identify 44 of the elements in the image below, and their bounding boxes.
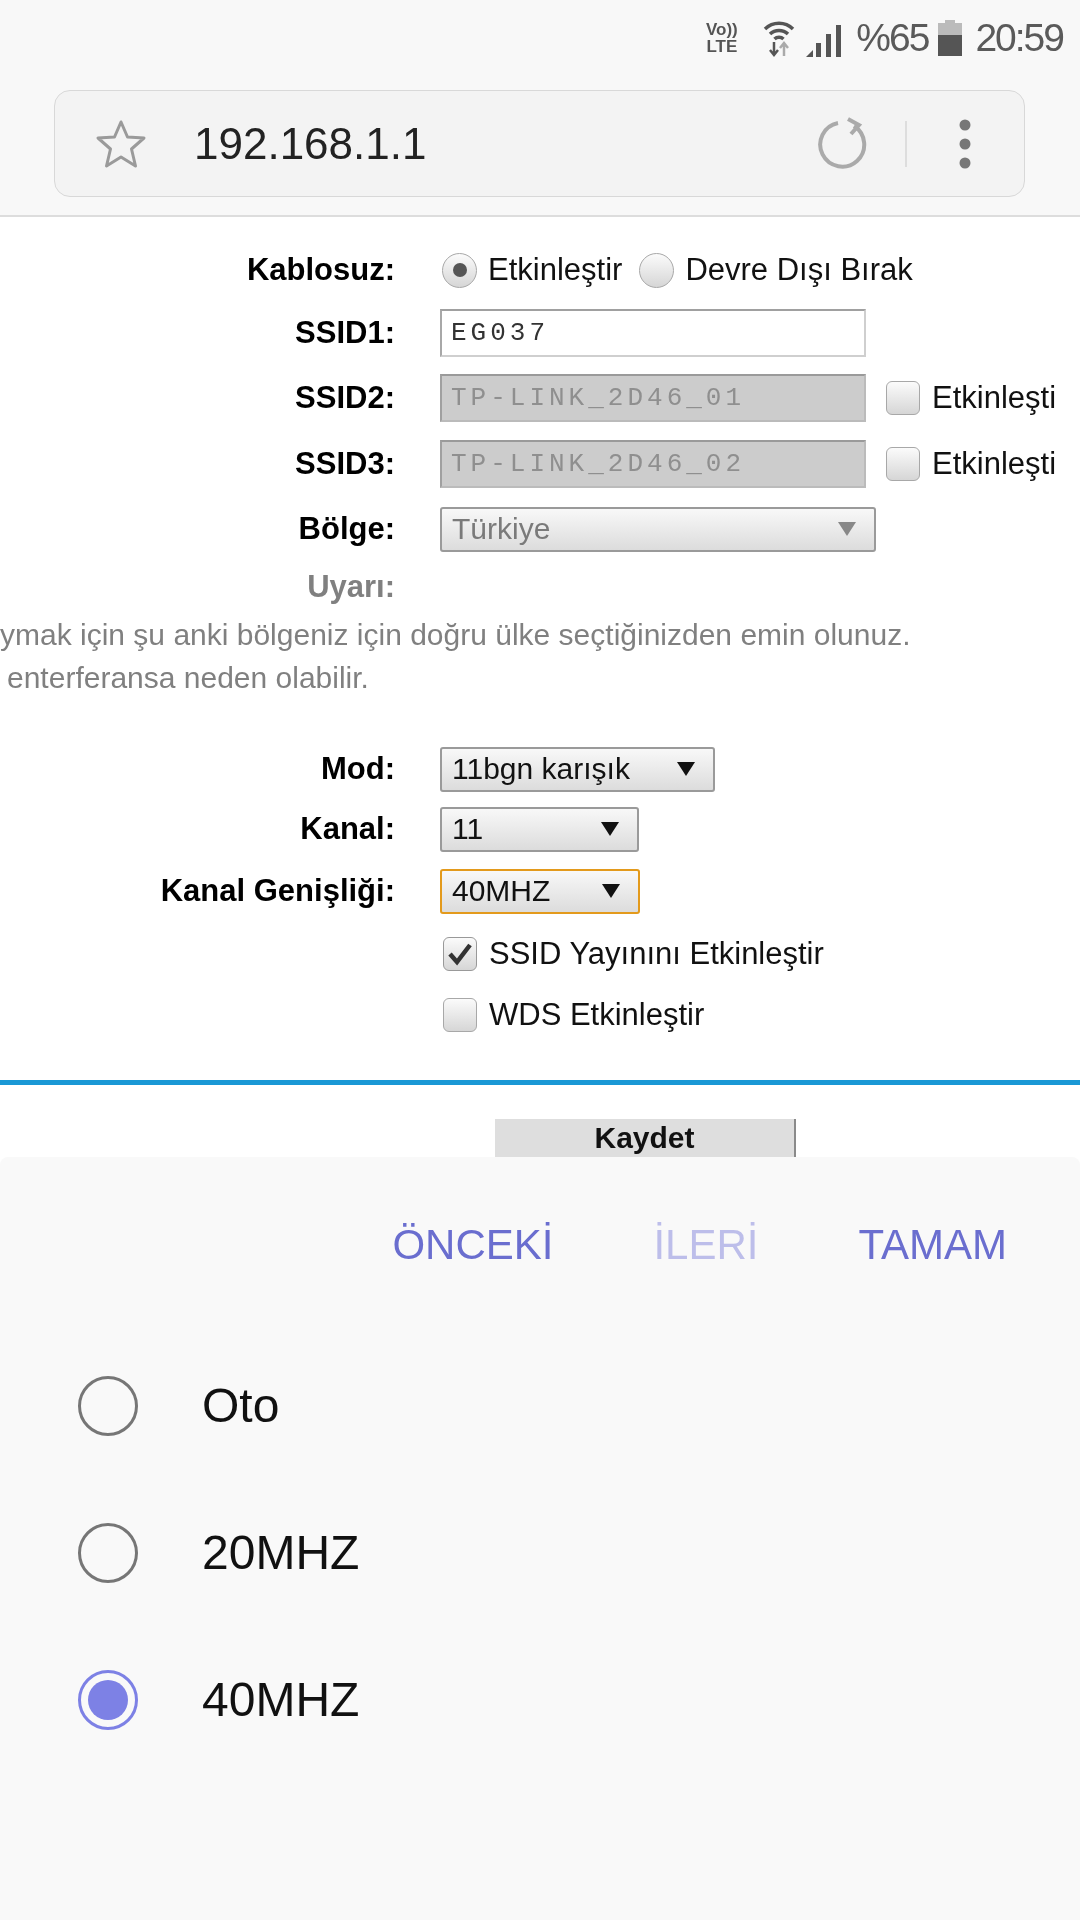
dialog-action-button[interactable]: ÖNCEKİ bbox=[392, 1220, 554, 1269]
field-label: Bölge: bbox=[297, 511, 395, 547]
caret-icon bbox=[838, 522, 856, 536]
caret-icon bbox=[677, 762, 695, 776]
battery-percentage: %65 bbox=[856, 15, 929, 60]
warning-label: Uyarı: bbox=[306, 569, 395, 605]
field-label: Kanal Genişliği: bbox=[159, 873, 395, 909]
field-label: Kablosuz: bbox=[245, 252, 395, 288]
address-bar[interactable]: 192.168.1.1 bbox=[54, 90, 1025, 197]
radio-icon[interactable] bbox=[78, 1669, 138, 1730]
checkbox-label[interactable]: SSID Yayınını Etkinleştir bbox=[489, 936, 824, 972]
dropdown[interactable]: 40MHZ bbox=[440, 868, 640, 914]
warning-text: enterferansa neden olabilir. bbox=[7, 660, 369, 695]
field-label: SSID1: bbox=[294, 315, 395, 351]
radio-button[interactable] bbox=[639, 252, 675, 288]
field-label: SSID2: bbox=[294, 380, 395, 416]
radio-label[interactable]: Devre Dışı Bırak bbox=[685, 252, 913, 288]
field-label: Mod: bbox=[319, 751, 395, 787]
option-item[interactable]: 40MHZ bbox=[78, 1669, 360, 1730]
clock-time: 20:59 bbox=[975, 15, 1063, 60]
dropdown[interactable]: 11 bbox=[440, 806, 639, 852]
save-button[interactable]: Kaydet bbox=[495, 1119, 796, 1157]
caret-icon bbox=[602, 884, 620, 898]
option-item[interactable]: Oto bbox=[78, 1375, 280, 1436]
checkbox[interactable] bbox=[443, 937, 477, 971]
menu-icon[interactable] bbox=[959, 118, 971, 169]
caret-icon bbox=[601, 822, 619, 836]
field-label: SSID3: bbox=[294, 446, 395, 482]
radio-label[interactable]: Etkinleştir bbox=[488, 252, 623, 288]
checkbox-label[interactable]: WDS Etkinleştir bbox=[489, 997, 705, 1033]
url-text: 192.168.1.1 bbox=[194, 118, 428, 169]
warning-text: ymak için şu anki bölgeniz için doğru ülke seçtiğinizden emin olunuz. bbox=[0, 617, 911, 652]
field-label: Kanal: bbox=[299, 811, 395, 847]
checkbox[interactable] bbox=[443, 998, 477, 1032]
volte-indicator: Vo)) LTE bbox=[704, 20, 739, 55]
option-item[interactable]: 20MHZ bbox=[78, 1522, 360, 1583]
radio-icon[interactable] bbox=[78, 1375, 138, 1436]
battery-icon bbox=[938, 19, 963, 56]
dropdown[interactable]: 11bgn karışık bbox=[440, 746, 715, 792]
radio-button[interactable] bbox=[442, 252, 477, 288]
dialog-action-button[interactable]: TAMAM bbox=[858, 1220, 1007, 1269]
text-field[interactable]: EG037 bbox=[440, 309, 866, 357]
radio-icon[interactable] bbox=[78, 1522, 138, 1583]
star-icon[interactable] bbox=[95, 118, 147, 169]
